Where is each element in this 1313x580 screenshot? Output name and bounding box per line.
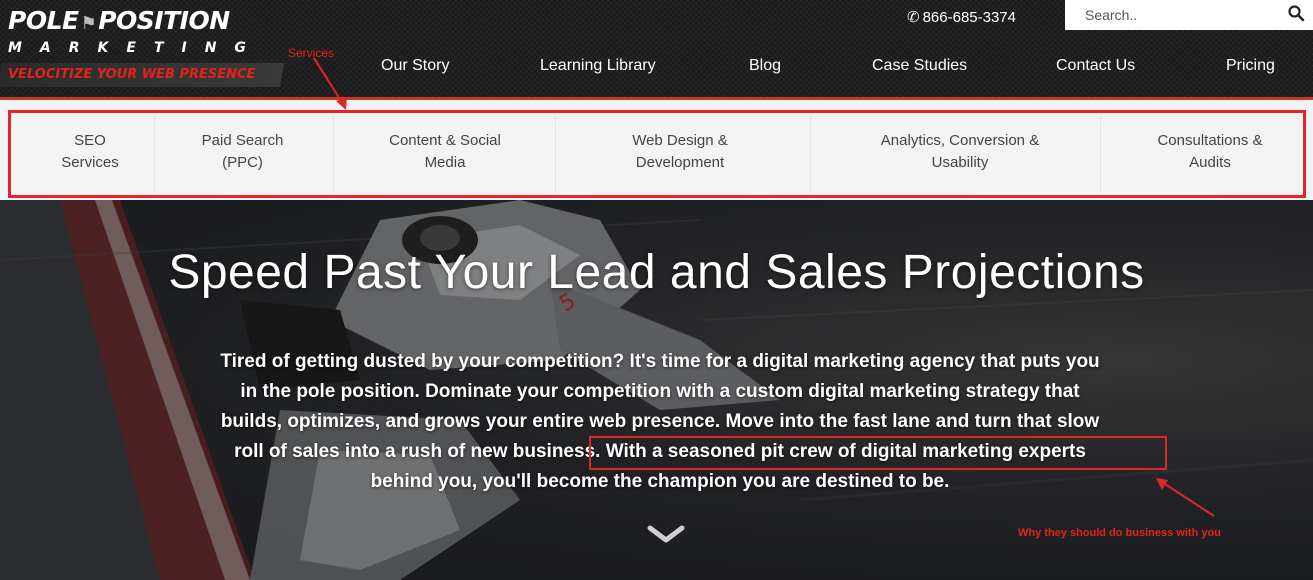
hero-section: 5 Speed Past Your Lead and Sales Project… xyxy=(0,200,1313,580)
service-label: Content & Social xyxy=(389,132,501,149)
services-divider xyxy=(333,115,334,193)
hero-body-line: behind you, you'll become the champion y… xyxy=(370,471,950,492)
nav-learning-library[interactable]: Learning Library xyxy=(540,57,656,75)
service-label: Audits xyxy=(1189,154,1231,171)
nav-pricing[interactable]: Pricing xyxy=(1226,57,1275,75)
hero-body-line: roll of sales into a rush of new busines… xyxy=(140,437,1180,467)
service-content-social[interactable]: Content & Social Media xyxy=(360,130,530,174)
search-icon[interactable] xyxy=(1287,4,1305,22)
service-label: SEO xyxy=(74,132,106,149)
hero-highlight-text: With a seasoned pit crew of digital mark… xyxy=(605,441,1086,462)
services-divider xyxy=(154,115,155,193)
nav-our-story[interactable]: Our Story xyxy=(381,57,449,75)
hero-body-line: Tired of getting dusted by your competit… xyxy=(220,351,1100,372)
checkered-flag-icon: ⚑ xyxy=(80,13,97,34)
logo-title: POLE ⚑POSITION xyxy=(8,6,230,35)
phone-text: 866-685-3374 xyxy=(922,9,1016,26)
nav-blog[interactable]: Blog xyxy=(749,57,781,75)
service-label: Analytics, Conversion & xyxy=(880,132,1040,149)
nav-case-studies[interactable]: Case Studies xyxy=(872,57,967,75)
service-web-design[interactable]: Web Design & Development xyxy=(585,130,775,174)
service-label: Services xyxy=(61,154,119,171)
phone-icon: ✆ xyxy=(907,9,920,26)
hero-title: Speed Past Your Lead and Sales Projectio… xyxy=(168,246,1145,299)
services-divider xyxy=(810,115,811,193)
search-input[interactable] xyxy=(1065,0,1275,30)
services-annotation: Services xyxy=(288,46,335,60)
service-label: Media xyxy=(424,154,466,171)
hero-body-fragment: roll of sales into a rush of new busines… xyxy=(234,441,601,462)
search-box xyxy=(1065,0,1313,30)
service-label: Development xyxy=(635,154,725,171)
service-analytics[interactable]: Analytics, Conversion & Usability xyxy=(845,130,1075,174)
phone-number[interactable]: ✆ 866-685-3374 xyxy=(907,8,1016,26)
chevron-down-icon[interactable] xyxy=(646,524,686,544)
logo-word-pole: POLE xyxy=(8,6,79,35)
hero-body: Tired of getting dusted by your competit… xyxy=(140,347,1180,497)
service-paid-search[interactable]: Paid Search (PPC) xyxy=(170,130,315,174)
hero-body-line: builds, optimizes, and grows your entire… xyxy=(220,411,1100,432)
logo-subtitle: MARKETING xyxy=(8,40,264,56)
service-label: Usability xyxy=(931,154,989,171)
logo-tagline: VELOCITIZE YOUR WEB PRESENCE xyxy=(8,67,256,82)
service-label: Web Design & xyxy=(632,132,728,149)
service-consultations[interactable]: Consultations & Audits xyxy=(1135,130,1285,174)
service-seo[interactable]: SEO Services xyxy=(40,130,140,174)
services-divider xyxy=(1100,115,1101,193)
hero-body-line: in the pole position. Dominate your comp… xyxy=(240,381,1080,402)
service-label: (PPC) xyxy=(222,154,263,171)
service-label: Paid Search xyxy=(201,132,284,149)
nav-contact-us[interactable]: Contact Us xyxy=(1056,57,1135,75)
why-annotation: Why they should do business with you xyxy=(1018,527,1221,539)
services-divider xyxy=(555,115,556,193)
logo-word-position: POSITION xyxy=(98,6,230,35)
service-label: Consultations & xyxy=(1157,132,1263,149)
